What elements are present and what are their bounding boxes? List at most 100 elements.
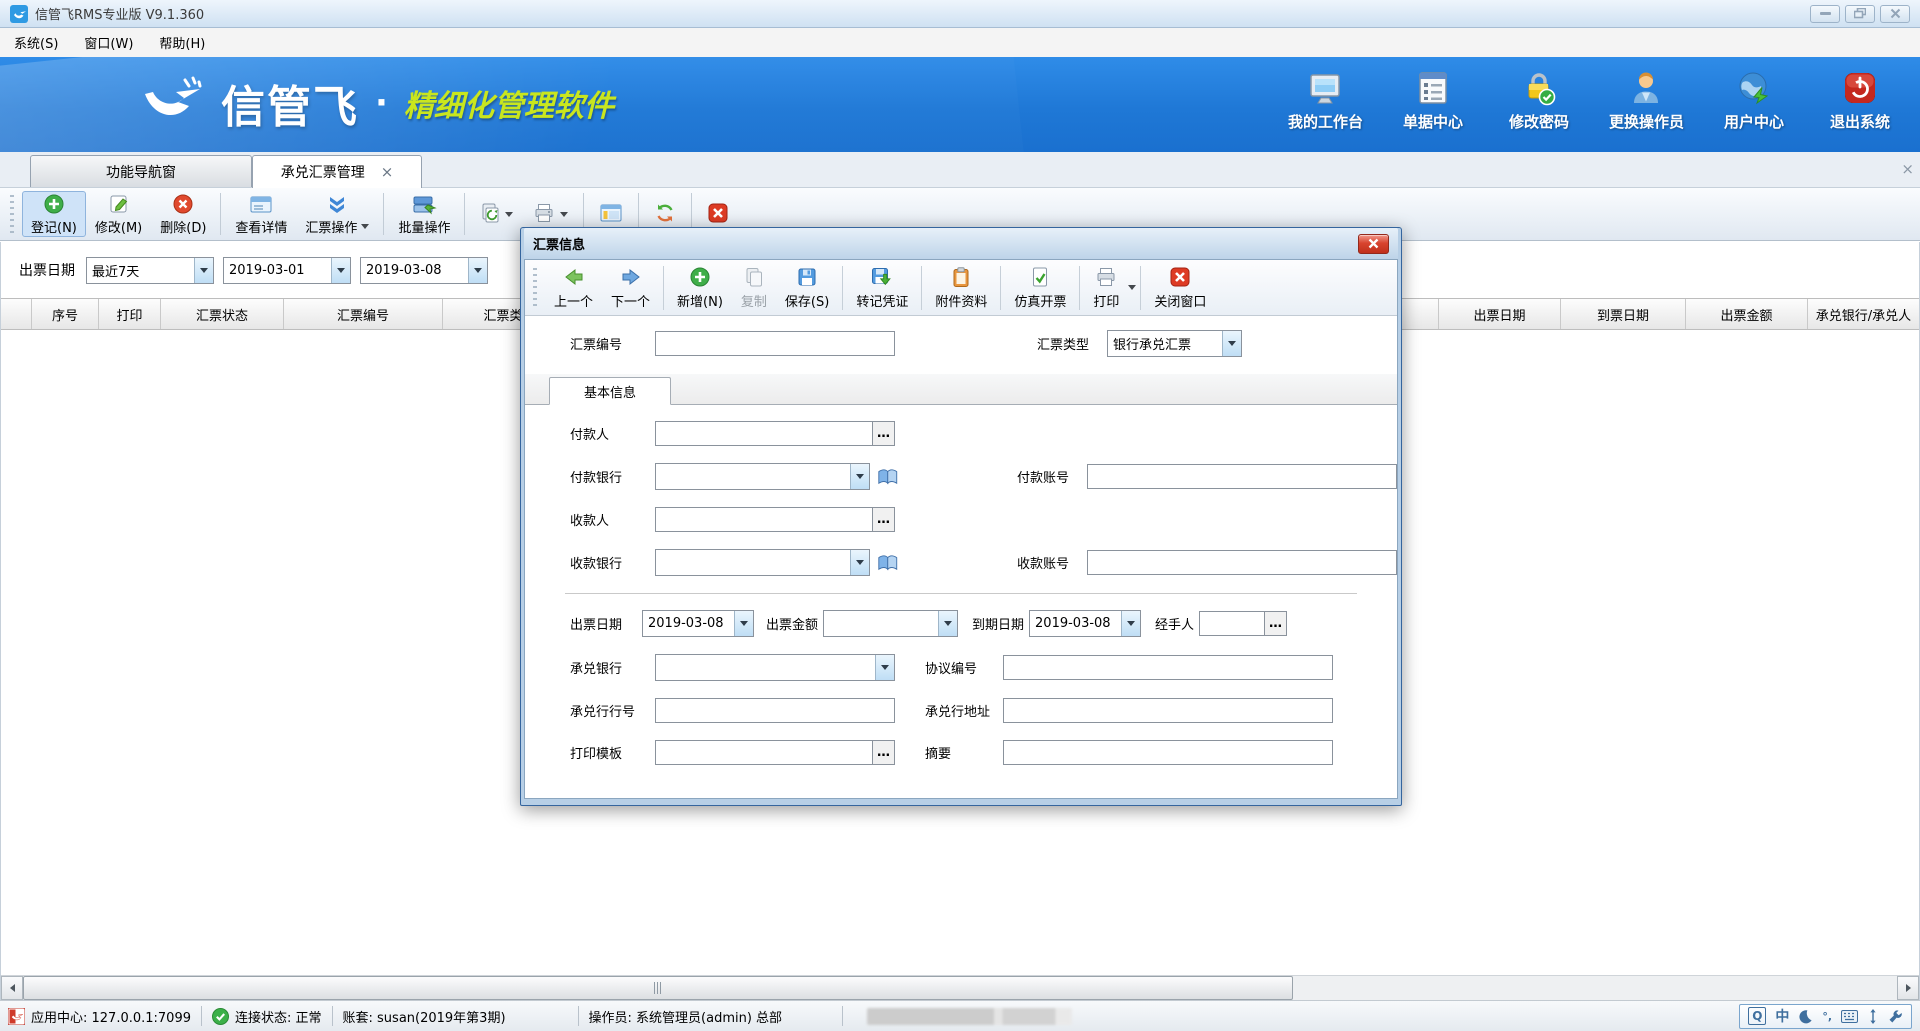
ime-keyboard-icon[interactable]	[1841, 1010, 1858, 1023]
switch-operator-button[interactable]: 更换操作员	[1609, 69, 1684, 132]
add-new-button[interactable]: 新增(N)	[668, 263, 732, 313]
next-record-button[interactable]: 下一个	[602, 263, 659, 313]
delete-x-icon	[172, 193, 194, 215]
modify-button[interactable]: 修改(M)	[86, 191, 151, 237]
amount-dropdown-icon[interactable]	[938, 611, 957, 636]
handler-input[interactable]	[1200, 612, 1264, 635]
due-date-combo[interactable]: 2019-03-08	[1029, 610, 1141, 637]
summary-input[interactable]	[1004, 741, 1332, 764]
scroll-right-arrow-icon[interactable]	[1897, 976, 1919, 1000]
ime-logo-icon[interactable]: Q	[1748, 1007, 1766, 1025]
ime-halfwidth-moon-icon[interactable]	[1798, 1009, 1813, 1024]
payee-bank-dropdown-icon[interactable]	[850, 550, 869, 575]
print-template-lookup-button[interactable]: …	[872, 741, 894, 764]
grid-header-issue-date[interactable]: 出票日期	[1439, 299, 1561, 329]
amount-combo[interactable]	[823, 610, 958, 637]
export-button[interactable]	[470, 191, 523, 237]
close-window-button[interactable]: 关闭窗口	[1145, 263, 1215, 313]
handler-lookup-button[interactable]: …	[1264, 612, 1286, 635]
accept-bank-dropdown-icon[interactable]	[875, 655, 894, 680]
print-template-input[interactable]	[656, 741, 872, 764]
payer-bank-book-icon[interactable]	[877, 467, 899, 487]
register-button[interactable]: 登记(N)	[22, 191, 86, 237]
previous-record-label: 上一个	[554, 291, 593, 310]
payer-lookup-button[interactable]: …	[872, 422, 894, 445]
scrollbar-thumb[interactable]	[23, 976, 1293, 1000]
tab-bill-management[interactable]: 承兑汇票管理 ×	[252, 155, 422, 188]
grid-header-arrive-date[interactable]: 到票日期	[1561, 299, 1686, 329]
grid-header-accept-bank[interactable]: 承兑银行/承兑人	[1808, 299, 1919, 329]
tab-function-nav[interactable]: 功能导航窗	[30, 155, 252, 187]
agreement-no-input[interactable]	[1004, 656, 1332, 679]
attachments-button[interactable]: 附件资料	[926, 263, 996, 313]
restore-button[interactable]	[1845, 5, 1875, 23]
minimize-button[interactable]	[1810, 5, 1840, 23]
ime-language-mode[interactable]: 中	[1775, 1006, 1789, 1026]
close-button[interactable]	[1880, 5, 1910, 23]
scroll-left-arrow-icon[interactable]	[1, 976, 23, 1000]
grid-header-status[interactable]: 汇票状态	[161, 299, 284, 329]
ime-punctuation-icon[interactable]: °,	[1822, 1010, 1832, 1023]
due-date-dropdown-icon[interactable]	[1121, 611, 1140, 636]
dialog-titlebar[interactable]: 汇票信息	[524, 228, 1398, 259]
ime-settings-wrench-icon[interactable]	[1888, 1009, 1903, 1024]
payee-label: 收款人	[570, 510, 655, 529]
payer-bank-combo[interactable]	[655, 463, 870, 490]
tab-basic-info[interactable]: 基本信息	[549, 377, 671, 405]
menu-help[interactable]: 帮助(H)	[159, 33, 205, 52]
delete-button[interactable]: 删除(D)	[151, 191, 215, 237]
date-preset-combo[interactable]: 最近7天	[86, 257, 214, 284]
scrollbar-track[interactable]	[23, 976, 1897, 1000]
menu-window[interactable]: 窗口(W)	[84, 33, 133, 52]
change-password-button[interactable]: 修改密码	[1503, 69, 1575, 132]
payee-account-input[interactable]	[1088, 551, 1396, 574]
bill-type-combo[interactable]: 银行承兑汇票	[1107, 330, 1242, 357]
dialog-print-button[interactable]: 打印	[1084, 263, 1128, 313]
tab-bar-close-icon[interactable]: ×	[1901, 160, 1914, 178]
ime-split-arrows-icon[interactable]	[1867, 1009, 1879, 1024]
issue-date-combo[interactable]: 2019-03-08	[642, 610, 754, 637]
bill-operations-button[interactable]: 汇票操作	[296, 191, 378, 237]
user-center-button[interactable]: 用户中心	[1718, 69, 1790, 132]
next-arrow-icon	[620, 266, 642, 288]
exit-system-button[interactable]: 退出系统	[1824, 69, 1896, 132]
payer-account-input[interactable]	[1088, 465, 1396, 488]
date-from-dropdown-icon[interactable]	[331, 258, 350, 283]
payee-bank-combo[interactable]	[655, 549, 870, 576]
batch-operations-button[interactable]: 批量操作	[389, 191, 459, 237]
payee-input[interactable]	[656, 508, 872, 531]
accept-bank-combo[interactable]	[655, 654, 895, 681]
document-center-button[interactable]: 单据中心	[1397, 69, 1469, 132]
date-to-dropdown-icon[interactable]	[468, 258, 487, 283]
workbench-button[interactable]: 我的工作台	[1288, 69, 1363, 132]
payee-bank-book-icon[interactable]	[877, 553, 899, 573]
save-button[interactable]: 保存(S)	[776, 263, 838, 313]
grid-header-print[interactable]: 打印	[99, 299, 161, 329]
workbench-monitor-icon	[1306, 69, 1344, 107]
grid-header-bill-no[interactable]: 汇票编号	[284, 299, 443, 329]
date-from-combo[interactable]: 2019-03-01	[223, 257, 351, 284]
batch-operations-icon	[411, 193, 437, 215]
dialog-print-caret-icon[interactable]	[1128, 285, 1136, 290]
date-preset-dropdown-icon[interactable]	[194, 258, 213, 283]
simulate-invoice-button[interactable]: 仿真开票	[1005, 263, 1075, 313]
accept-bank-no-input-wrap	[655, 698, 895, 723]
bill-type-dropdown-icon[interactable]	[1222, 331, 1241, 356]
menu-system[interactable]: 系统(S)	[14, 33, 58, 52]
bill-no-input[interactable]	[656, 332, 894, 355]
payer-input[interactable]	[656, 422, 872, 445]
brand-name: 信管飞	[221, 71, 359, 135]
previous-record-button[interactable]: 上一个	[545, 263, 602, 313]
dialog-close-button[interactable]	[1358, 234, 1389, 254]
tab-close-icon[interactable]: ×	[381, 165, 394, 180]
view-detail-button[interactable]: 查看详情	[226, 191, 296, 237]
post-voucher-button[interactable]: 转记凭证	[847, 263, 917, 313]
issue-date-dropdown-icon[interactable]	[734, 611, 753, 636]
date-to-combo[interactable]: 2019-03-08	[360, 257, 488, 284]
accept-bank-no-input[interactable]	[656, 699, 894, 722]
grid-header-amount[interactable]: 出票金额	[1686, 299, 1808, 329]
payer-bank-dropdown-icon[interactable]	[850, 464, 869, 489]
accept-bank-addr-input[interactable]	[1004, 699, 1332, 722]
grid-header-seq[interactable]: 序号	[32, 299, 99, 329]
payee-lookup-button[interactable]: …	[872, 508, 894, 531]
